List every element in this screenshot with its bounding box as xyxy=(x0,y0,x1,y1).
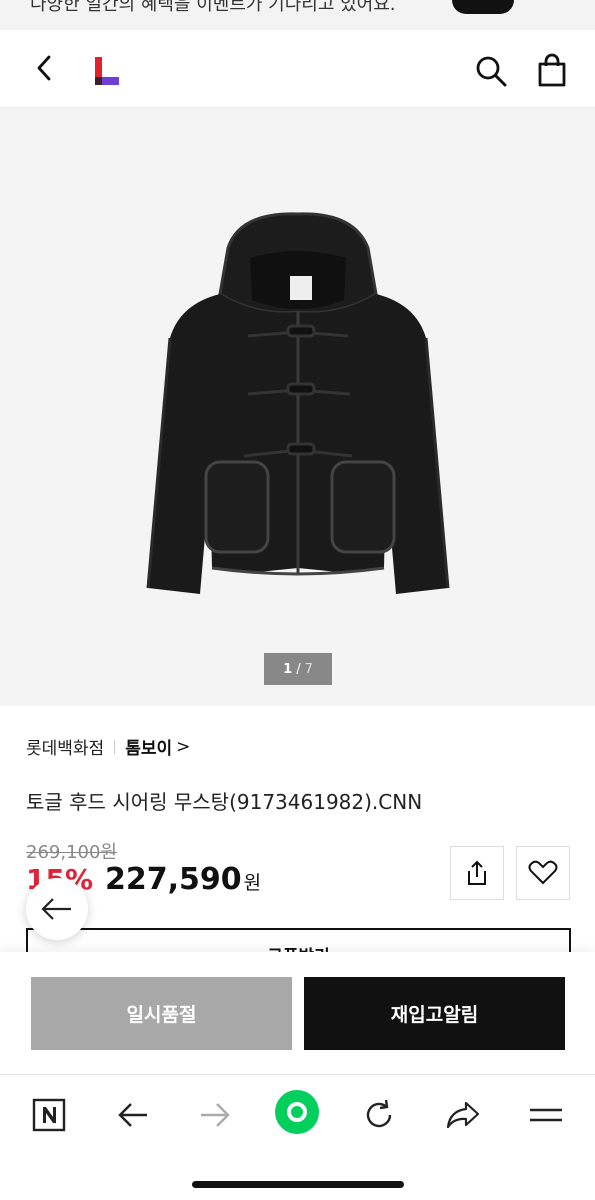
browser-toolbar xyxy=(0,1074,595,1200)
wishlist-button[interactable] xyxy=(516,846,570,900)
green-dot-button[interactable] xyxy=(273,1088,321,1136)
refresh-icon xyxy=(366,1099,392,1128)
store-name: 롯데백화점 xyxy=(26,739,105,759)
share-page-button[interactable] xyxy=(441,1093,485,1137)
soldout-button[interactable]: 일시품절 xyxy=(31,977,292,1050)
app-icon xyxy=(452,0,514,14)
search-icon xyxy=(476,56,507,87)
shopping-bag-button[interactable] xyxy=(535,52,569,88)
lotte-logo-icon xyxy=(95,57,119,85)
sale-price: 227,590 xyxy=(105,862,242,897)
app-header xyxy=(0,30,595,108)
hamburger-icon xyxy=(530,1108,562,1122)
image-pager: 1 / 7 xyxy=(264,653,332,685)
divider xyxy=(114,739,116,754)
pager-current: 1 xyxy=(283,661,293,677)
arrow-right-icon xyxy=(201,1103,230,1127)
purchase-action-bar: 일시품절 재입고알림 xyxy=(0,952,595,1074)
back-button[interactable] xyxy=(28,52,60,84)
lotte-logo[interactable] xyxy=(92,57,122,87)
share-button[interactable] xyxy=(450,846,504,900)
refresh-button[interactable] xyxy=(357,1093,401,1137)
home-indicator xyxy=(192,1181,404,1188)
product-title: 토글 후드 시어링 무스탕(9173461982).CNN xyxy=(26,790,423,814)
product-gallery[interactable]: 1 / 7 xyxy=(0,108,595,706)
top-banner-text: 다양한 일간의 혜택을 이벤트가 기다리고 있어요. xyxy=(30,0,396,15)
menu-button[interactable] xyxy=(524,1093,568,1137)
green-dot-icon xyxy=(275,1090,319,1134)
chevron-left-icon xyxy=(37,55,51,81)
brand-link[interactable]: 톰보이 xyxy=(125,734,172,759)
pager-separator: / xyxy=(296,661,301,677)
restock-alert-button[interactable]: 재입고알림 xyxy=(304,977,565,1050)
search-button[interactable] xyxy=(474,54,508,88)
product-image xyxy=(146,212,450,594)
share-icon xyxy=(468,860,486,885)
browser-back-button[interactable] xyxy=(111,1093,155,1137)
pager-total: 7 xyxy=(304,661,313,677)
browser-forward-button[interactable] xyxy=(193,1093,237,1137)
arrow-left-icon xyxy=(41,898,71,920)
floating-back-button[interactable] xyxy=(26,878,88,940)
original-price: 269,100원 xyxy=(26,842,117,863)
arrow-left-icon xyxy=(118,1103,147,1127)
chevron-right-icon[interactable]: > xyxy=(176,737,190,757)
shopping-bag-icon xyxy=(538,53,566,87)
currency-unit: 원 xyxy=(243,872,262,894)
naver-n-icon xyxy=(32,1098,66,1132)
brand-row: 롯데백화점 톰보이 > xyxy=(26,734,190,760)
top-banner[interactable]: 다양한 일간의 혜택을 이벤트가 기다리고 있어요. xyxy=(0,0,595,30)
share-arrow-icon xyxy=(446,1101,480,1129)
heart-icon xyxy=(528,860,558,885)
naver-home-button[interactable] xyxy=(27,1093,71,1137)
